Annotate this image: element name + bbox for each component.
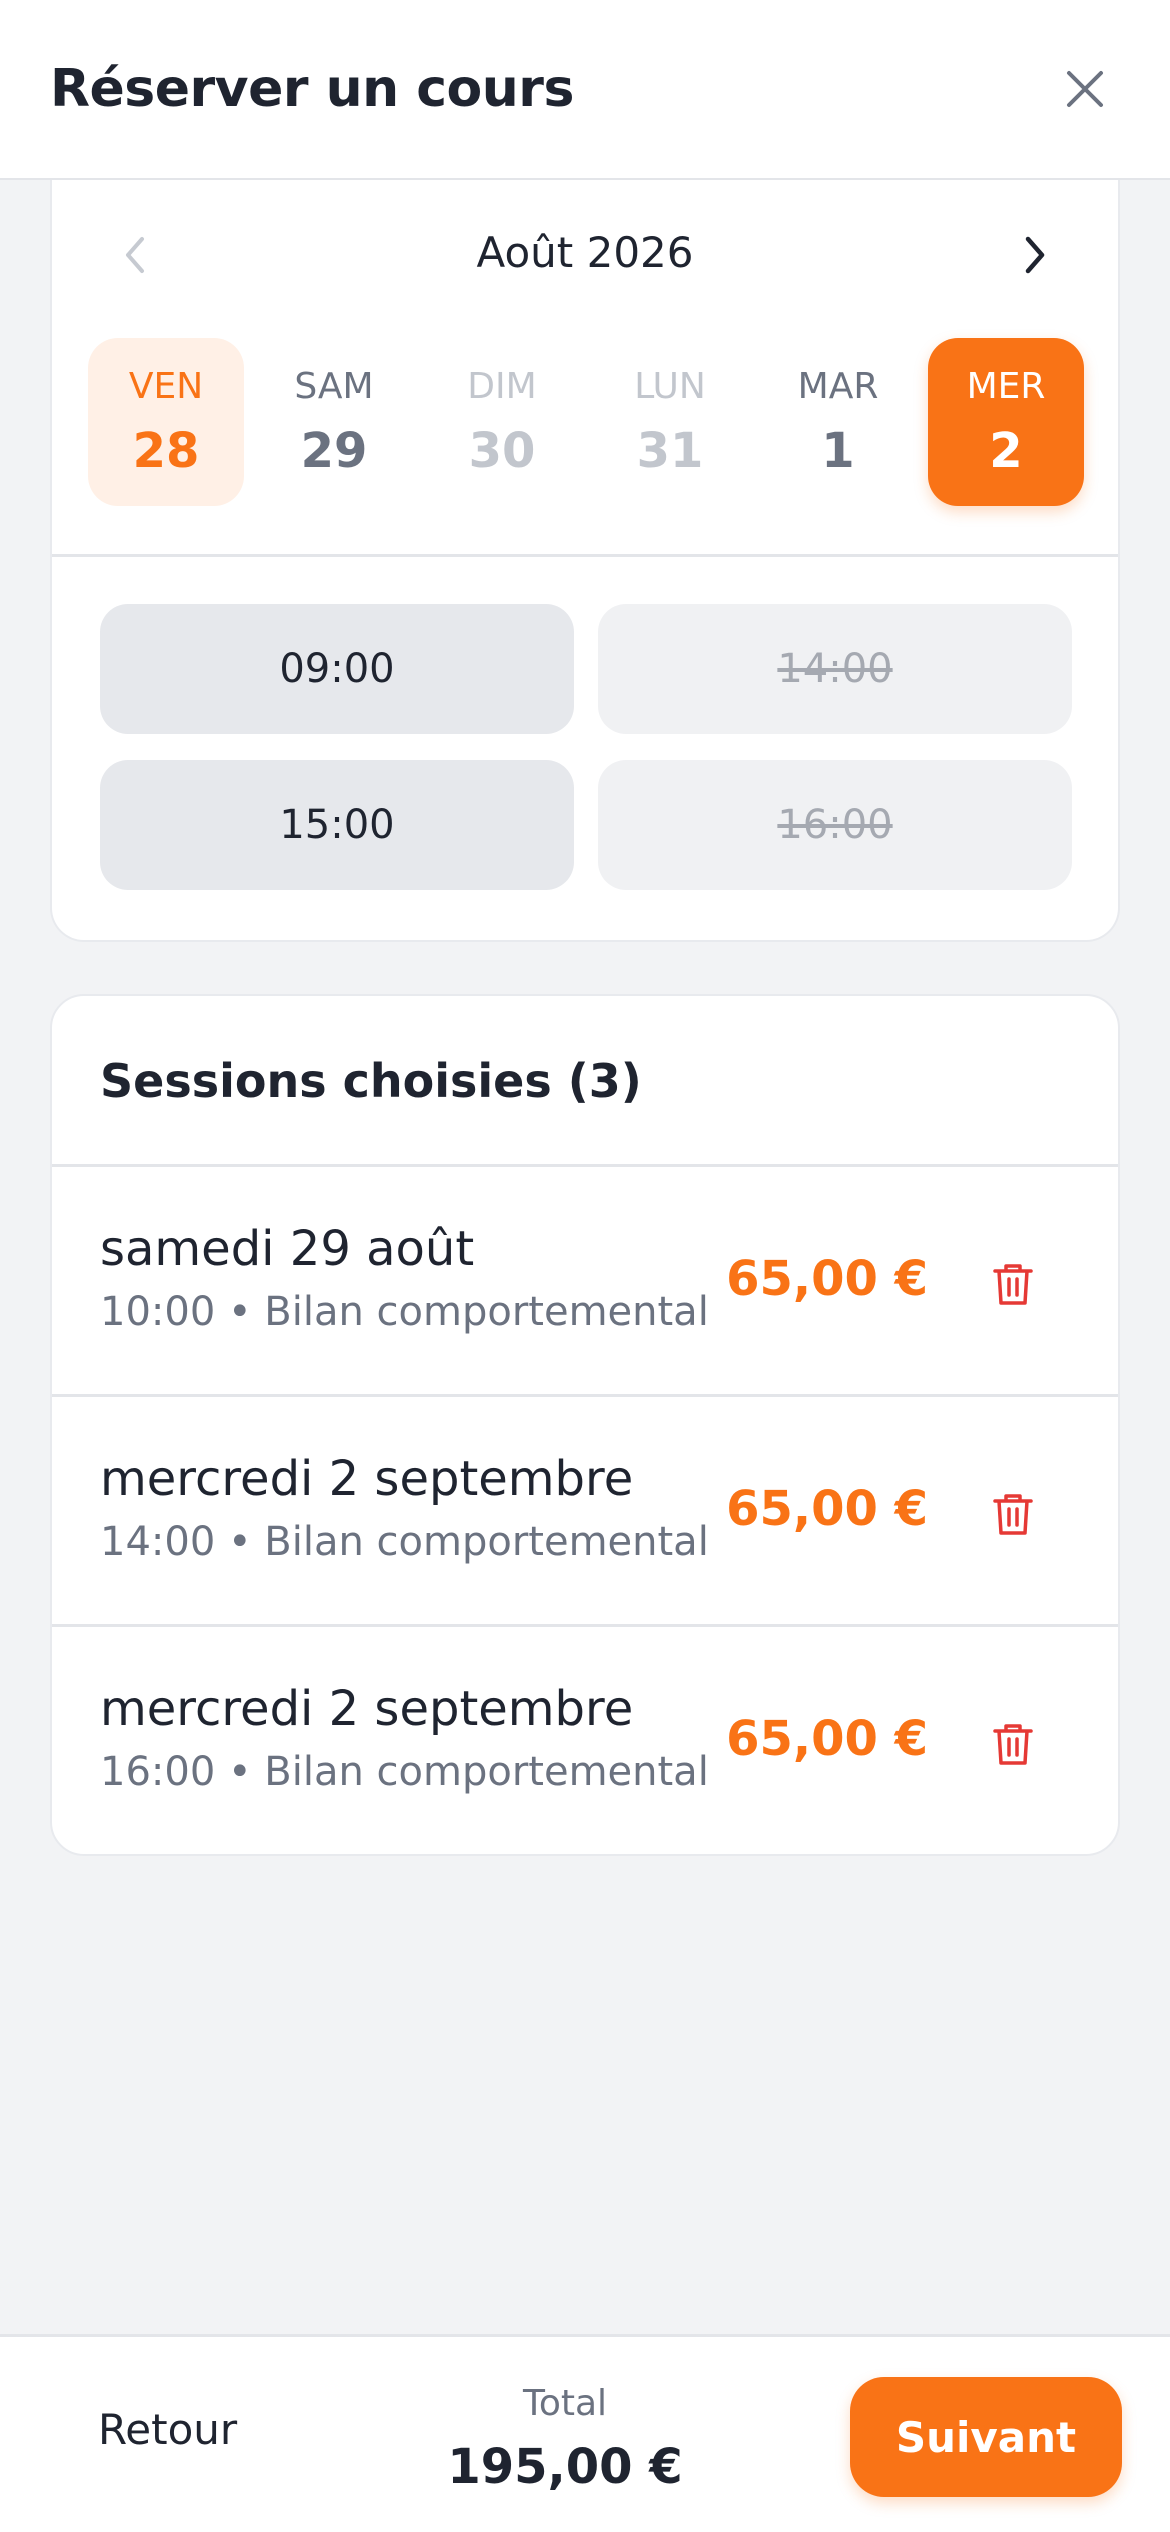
selected-sessions-card: Sessions choisies (3) samedi 29 août 10:… [50,994,1120,1856]
day-wed-2[interactable]: MER 2 [928,338,1084,506]
day-mon-31: LUN 31 [592,338,748,506]
session-row: mercredi 2 septembre 16:00 • Bilan compo… [52,1624,1118,1854]
sessions-title: Sessions choisies (3) [100,1054,642,1108]
day-weekday: MAR [797,366,879,407]
divider [52,554,1118,557]
session-date: mercredi 2 septembre [100,1451,634,1507]
session-row: mercredi 2 septembre 14:00 • Bilan compo… [52,1394,1118,1624]
day-number: 30 [468,423,536,479]
time-slot-1500[interactable]: 15:00 [100,760,574,890]
session-row: samedi 29 août 10:00 • Bilan comportemen… [52,1164,1118,1394]
session-price: 65,00 € [726,1481,928,1537]
delete-session-button[interactable] [978,1249,1048,1319]
day-weekday: VEN [128,366,204,407]
time-slot-0900[interactable]: 09:00 [100,604,574,734]
footer-bar: Retour Total 195,00 € Suivant [0,2334,1170,2532]
day-number: 31 [636,423,704,479]
session-detail: 14:00 • Bilan comportemental [100,1519,709,1565]
trash-icon [993,1494,1033,1535]
month-label: Août 2026 [476,228,694,277]
day-tue-1[interactable]: MAR 1 [760,338,916,506]
app-header: Réserver un cours [0,0,1170,180]
session-date: mercredi 2 septembre [100,1681,634,1737]
time-slot-1600: 16:00 [598,760,1072,890]
total-label: Total [522,2383,608,2424]
day-number: 1 [821,423,855,479]
day-sat-29[interactable]: SAM 29 [256,338,412,506]
day-weekday: LUN [634,366,706,407]
session-date: samedi 29 août [100,1221,475,1277]
back-button[interactable]: Retour [70,2397,265,2462]
session-detail: 16:00 • Bilan comportemental [100,1749,709,1795]
session-price: 65,00 € [726,1711,928,1767]
session-detail: 10:00 • Bilan comportemental [100,1289,709,1335]
day-weekday: SAM [294,366,374,407]
time-slot-1400: 14:00 [598,604,1072,734]
next-button[interactable]: Suivant [850,2377,1122,2497]
delete-session-button[interactable] [978,1709,1048,1779]
day-number: 29 [300,423,368,479]
calendar-card: Août 2026 VEN 28 SAM 29 DIM 30 LUN 31 MA… [50,180,1120,942]
trash-icon [993,1264,1033,1305]
day-fri-28[interactable]: VEN 28 [88,338,244,506]
month-navigation: Août 2026 [52,180,1118,330]
chevron-right-icon [1025,236,1045,274]
day-weekday: MER [966,366,1046,407]
next-month-button[interactable] [1000,220,1070,290]
close-button[interactable] [1050,54,1120,124]
day-selector: VEN 28 SAM 29 DIM 30 LUN 31 MAR 1 MER 2 [88,338,1086,506]
delete-session-button[interactable] [978,1479,1048,1549]
close-icon [1067,71,1103,107]
session-price: 65,00 € [726,1251,928,1307]
day-number: 2 [989,423,1023,479]
day-sun-30: DIM 30 [424,338,580,506]
total-value: 195,00 € [447,2439,683,2495]
day-weekday: DIM [467,366,537,407]
trash-icon [993,1724,1033,1765]
day-number: 28 [132,423,200,479]
page-title: Réserver un cours [50,59,574,119]
